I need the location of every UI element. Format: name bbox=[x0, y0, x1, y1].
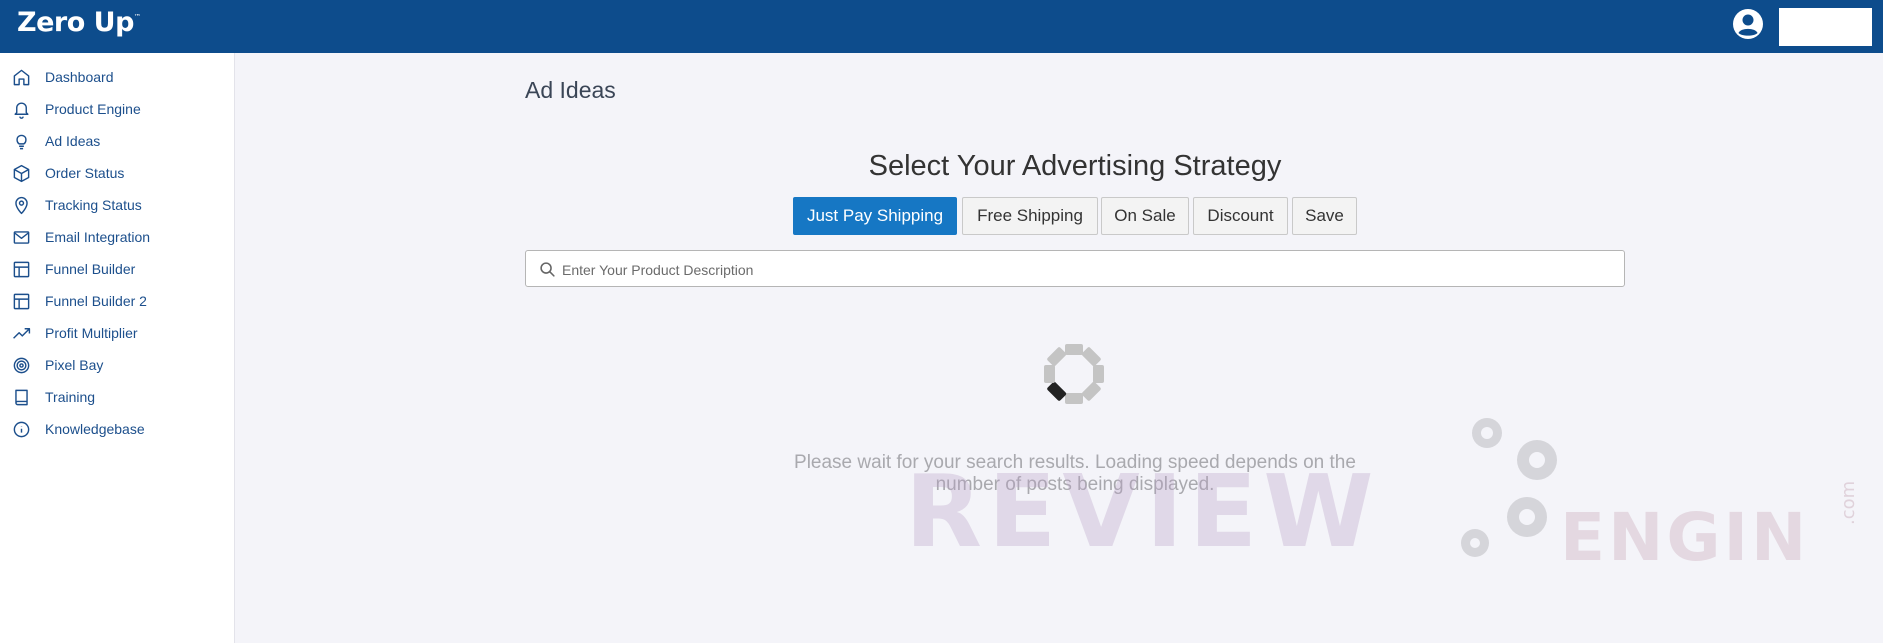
sidebar-item-label: Funnel Builder 2 bbox=[45, 293, 147, 309]
page-title: Ad Ideas bbox=[525, 77, 616, 103]
trending-up-icon bbox=[13, 327, 31, 339]
strategy-heading: Select Your Advertising Strategy bbox=[868, 150, 1282, 182]
loading-spinner-icon bbox=[1044, 344, 1104, 404]
product-search-box bbox=[525, 250, 1625, 288]
spinner-segment bbox=[1093, 365, 1104, 383]
product-description-input[interactable] bbox=[560, 251, 1614, 288]
sidebar-item-knowledgebase[interactable]: Knowledgebase bbox=[0, 413, 234, 445]
spinner-segment bbox=[1047, 381, 1067, 401]
sidebar-item-label: Profit Multiplier bbox=[45, 325, 138, 341]
lightbulb-icon bbox=[16, 134, 27, 149]
sidebar-item-product-engine[interactable]: Product Engine bbox=[0, 93, 234, 125]
sidebar-item-label: Training bbox=[45, 389, 96, 405]
sidebar-item-order-status[interactable]: Order Status bbox=[0, 157, 234, 189]
spinner-segment bbox=[1081, 347, 1101, 367]
layout-icon bbox=[13, 261, 30, 277]
watermark-sub-text: ENGIN bbox=[1560, 499, 1810, 576]
sidebar-item-funnel-builder[interactable]: Funnel Builder bbox=[0, 253, 234, 285]
sidebar-item-label: Pixel Bay bbox=[45, 357, 104, 373]
sidebar-item-email-integration[interactable]: Email Integration bbox=[0, 221, 234, 253]
info-icon bbox=[13, 421, 30, 437]
watermark-suffix: .com bbox=[1838, 480, 1859, 525]
target-icon bbox=[13, 357, 30, 373]
sidebar-item-funnel-builder-2[interactable]: Funnel Builder 2 bbox=[0, 285, 234, 317]
layout-icon bbox=[13, 293, 30, 309]
sidebar-item-label: Funnel Builder bbox=[45, 261, 136, 277]
sidebar-item-label: Email Integration bbox=[45, 229, 151, 245]
sidebar-item-label: Tracking Status bbox=[45, 197, 142, 213]
sidebar-item-label: Ad Ideas bbox=[45, 133, 101, 149]
sidebar-item-label: Order Status bbox=[45, 165, 125, 181]
tab-free-shipping[interactable]: Free Shipping bbox=[962, 197, 1098, 235]
spinner-segment bbox=[1044, 365, 1055, 383]
logo[interactable]: Zero Up™ bbox=[17, 7, 141, 38]
spinner-segment bbox=[1081, 381, 1101, 401]
sidebar-item-label: Knowledgebase bbox=[45, 421, 145, 437]
sidebar-item-label: Product Engine bbox=[45, 101, 141, 117]
sidebar-item-profit-multiplier[interactable]: Profit Multiplier bbox=[0, 317, 234, 349]
logo-trademark: ™ bbox=[133, 13, 141, 21]
watermark: REVIEW ENGIN .com bbox=[905, 405, 1859, 580]
bell-icon bbox=[14, 102, 29, 119]
spinner-segment bbox=[1047, 347, 1067, 367]
top-bar: Zero Up™ bbox=[0, 0, 1883, 53]
tab-save[interactable]: Save bbox=[1292, 197, 1357, 235]
spinner-segment bbox=[1065, 393, 1083, 404]
map-pin-icon bbox=[15, 196, 28, 214]
watermark-main-text: REVIEW bbox=[905, 453, 1380, 570]
sidebar-item-training[interactable]: Training bbox=[0, 381, 234, 413]
sidebar-item-ad-ideas[interactable]: Ad Ideas bbox=[0, 125, 234, 157]
home-icon bbox=[13, 69, 30, 85]
tab-on-sale[interactable]: On Sale bbox=[1101, 197, 1189, 235]
mail-icon bbox=[13, 230, 30, 244]
tab-just-pay-shipping[interactable]: Just Pay Shipping bbox=[793, 197, 957, 235]
search-icon bbox=[540, 262, 555, 277]
sidebar-item-pixel-bay[interactable]: Pixel Bay bbox=[0, 349, 234, 381]
gears-icon bbox=[1461, 418, 1557, 557]
logo-text: Zero Up bbox=[17, 7, 134, 38]
book-icon bbox=[15, 389, 28, 405]
sidebar-item-dashboard[interactable]: Dashboard bbox=[0, 61, 234, 93]
tab-discount[interactable]: Discount bbox=[1193, 197, 1288, 235]
user-name-box[interactable] bbox=[1779, 8, 1872, 46]
user-account-icon[interactable] bbox=[1732, 8, 1764, 40]
sidebar-item-label: Dashboard bbox=[45, 69, 114, 85]
sidebar: Dashboard Product Engine Ad Ideas Order … bbox=[0, 53, 235, 643]
box-icon bbox=[13, 164, 30, 182]
sidebar-item-tracking-status[interactable]: Tracking Status bbox=[0, 189, 234, 221]
spinner-segment bbox=[1065, 344, 1083, 355]
